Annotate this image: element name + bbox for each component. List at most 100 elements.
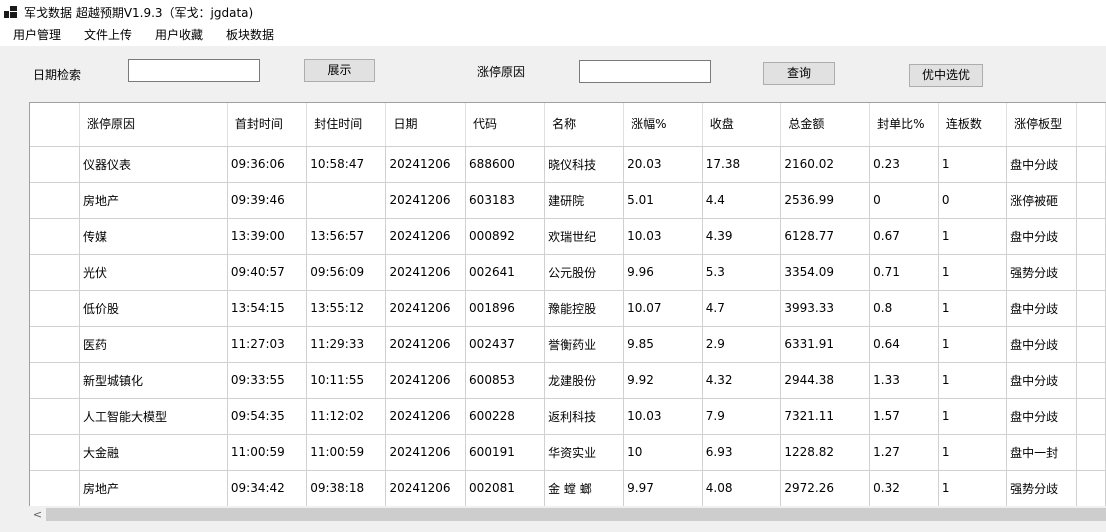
show-button[interactable]: 展示 [304, 59, 375, 82]
table-cell-overflow[interactable] [1076, 434, 1106, 471]
column-header-overflow[interactable] [1076, 103, 1106, 147]
table-cell[interactable]: 2160.02 [780, 146, 871, 183]
table-cell[interactable]: 10.03 [623, 218, 703, 255]
table-cell[interactable]: 4.4 [702, 182, 782, 219]
table-cell[interactable]: 盘中分歧 [1006, 326, 1077, 363]
table-cell[interactable]: 09:38:18 [306, 470, 387, 507]
table-cell[interactable]: 20241206 [385, 218, 467, 255]
table-cell[interactable] [306, 182, 387, 219]
table-cell[interactable]: 誉衡药业 [544, 326, 625, 363]
table-cell[interactable]: 豫能控股 [544, 290, 625, 327]
table-cell[interactable]: 688600 [465, 146, 546, 183]
table-cell[interactable]: 0.23 [869, 146, 939, 183]
row-header[interactable] [30, 218, 81, 255]
table-cell[interactable]: 09:36:06 [227, 146, 308, 183]
table-cell[interactable]: 001896 [465, 290, 546, 327]
table-cell[interactable]: 1 [938, 434, 1008, 471]
table-cell[interactable]: 2972.26 [780, 470, 871, 507]
row-header[interactable] [30, 434, 81, 471]
table-cell[interactable]: 9.97 [623, 470, 703, 507]
table-cell[interactable]: 600191 [465, 434, 546, 471]
table-cell-overflow[interactable] [1076, 326, 1106, 363]
table-row[interactable]: 房地产 09:34:42 09:38:18 20241206 002081 金 螳 螂 9.… [30, 470, 1106, 507]
table-row[interactable]: 仪器仪表 09:36:06 10:58:47 20241206 688600 晓仪科技 20… [30, 146, 1106, 183]
table-cell[interactable]: 2944.38 [780, 362, 871, 399]
row-header[interactable] [30, 398, 81, 435]
date-search-input[interactable] [128, 59, 260, 82]
table-cell[interactable]: 3354.09 [780, 254, 871, 291]
table-cell[interactable]: 0.64 [869, 326, 939, 363]
menu-user-favorites[interactable]: 用户收藏 [142, 24, 213, 46]
table-cell[interactable]: 4.39 [702, 218, 782, 255]
table-row[interactable]: 人工智能大模型 09:54:35 11:12:02 20241206 600228 返利科… [30, 398, 1106, 435]
table-cell[interactable]: 4.08 [702, 470, 782, 507]
table-cell[interactable]: 09:34:42 [227, 470, 308, 507]
table-cell[interactable]: 0 [938, 182, 1008, 219]
table-cell[interactable]: 20241206 [385, 470, 467, 507]
table-row[interactable]: 低价股 13:54:15 13:55:12 20241206 001896 豫能控股 10.… [30, 290, 1106, 327]
table-cell[interactable]: 9.92 [623, 362, 703, 399]
table-cell[interactable]: 10:58:47 [306, 146, 387, 183]
table-cell[interactable]: 2536.99 [780, 182, 871, 219]
table-row[interactable]: 传媒 13:39:00 13:56:57 20241206 000892 欢瑞世纪 10.0… [30, 218, 1106, 255]
table-cell-overflow[interactable] [1076, 470, 1106, 507]
table-cell[interactable]: 11:29:33 [306, 326, 387, 363]
table-cell[interactable]: 10.03 [623, 398, 703, 435]
table-cell[interactable]: 0.32 [869, 470, 939, 507]
column-header[interactable]: 涨停板型 [1006, 103, 1077, 147]
table-cell[interactable]: 10:11:55 [306, 362, 387, 399]
table-cell[interactable]: 6331.91 [780, 326, 871, 363]
table-cell[interactable]: 09:54:35 [227, 398, 308, 435]
table-cell[interactable]: 10 [623, 434, 703, 471]
table-cell[interactable]: 7.9 [702, 398, 782, 435]
table-cell[interactable]: 20.03 [623, 146, 703, 183]
table-cell[interactable]: 新型城镇化 [79, 362, 228, 399]
menu-sector-data[interactable]: 板块数据 [213, 24, 284, 46]
column-header[interactable]: 日期 [385, 103, 467, 147]
table-cell[interactable]: 仪器仪表 [79, 146, 228, 183]
data-grid[interactable]: 涨停原因 首封时间 封住时间 日期 代码 名称 涨幅% 收盘 总金额 封单比% … [29, 102, 1106, 522]
scroll-left-arrow-icon[interactable]: < [29, 506, 46, 523]
table-cell[interactable]: 5.01 [623, 182, 703, 219]
table-cell[interactable]: 0.67 [869, 218, 939, 255]
table-cell[interactable]: 龙建股份 [544, 362, 625, 399]
table-cell[interactable]: 11:00:59 [306, 434, 387, 471]
table-cell[interactable]: 1 [938, 398, 1008, 435]
query-button[interactable]: 查询 [763, 62, 835, 85]
table-cell[interactable]: 2.9 [702, 326, 782, 363]
table-row[interactable]: 新型城镇化 09:33:55 10:11:55 20241206 600853 龙建股份 9… [30, 362, 1106, 399]
row-header[interactable] [30, 146, 81, 183]
column-header[interactable]: 连板数 [938, 103, 1008, 147]
table-cell[interactable]: 09:40:57 [227, 254, 308, 291]
table-cell-overflow[interactable] [1076, 146, 1106, 183]
column-header[interactable]: 收盘 [702, 103, 782, 147]
table-cell[interactable]: 13:56:57 [306, 218, 387, 255]
column-header[interactable]: 名称 [544, 103, 625, 147]
table-cell[interactable]: 1228.82 [780, 434, 871, 471]
table-cell[interactable]: 人工智能大模型 [79, 398, 228, 435]
table-cell[interactable]: 3993.33 [780, 290, 871, 327]
column-header[interactable]: 总金额 [780, 103, 871, 147]
table-cell[interactable]: 1.27 [869, 434, 939, 471]
table-cell[interactable]: 1.33 [869, 362, 939, 399]
row-header-corner[interactable] [30, 103, 81, 147]
table-cell[interactable]: 0.71 [869, 254, 939, 291]
table-cell-overflow[interactable] [1076, 182, 1106, 219]
select-best-button[interactable]: 优中选优 [909, 64, 983, 87]
table-cell[interactable]: 盘中分歧 [1006, 218, 1077, 255]
table-cell[interactable]: 欢瑞世纪 [544, 218, 625, 255]
table-cell[interactable]: 603183 [465, 182, 546, 219]
row-header[interactable] [30, 290, 81, 327]
table-cell[interactable]: 20241206 [385, 182, 467, 219]
table-cell[interactable]: 13:54:15 [227, 290, 308, 327]
menu-file-upload[interactable]: 文件上传 [71, 24, 142, 46]
table-cell[interactable]: 6.93 [702, 434, 782, 471]
table-cell[interactable]: 医药 [79, 326, 228, 363]
table-cell[interactable]: 1 [938, 470, 1008, 507]
table-cell[interactable]: 房地产 [79, 182, 228, 219]
table-cell[interactable]: 20241206 [385, 362, 467, 399]
table-cell[interactable]: 4.7 [702, 290, 782, 327]
table-row[interactable]: 大金融 11:00:59 11:00:59 20241206 600191 华资实业 10 6… [30, 434, 1106, 471]
menu-user-management[interactable]: 用户管理 [0, 24, 71, 46]
column-header[interactable]: 涨幅% [623, 103, 703, 147]
